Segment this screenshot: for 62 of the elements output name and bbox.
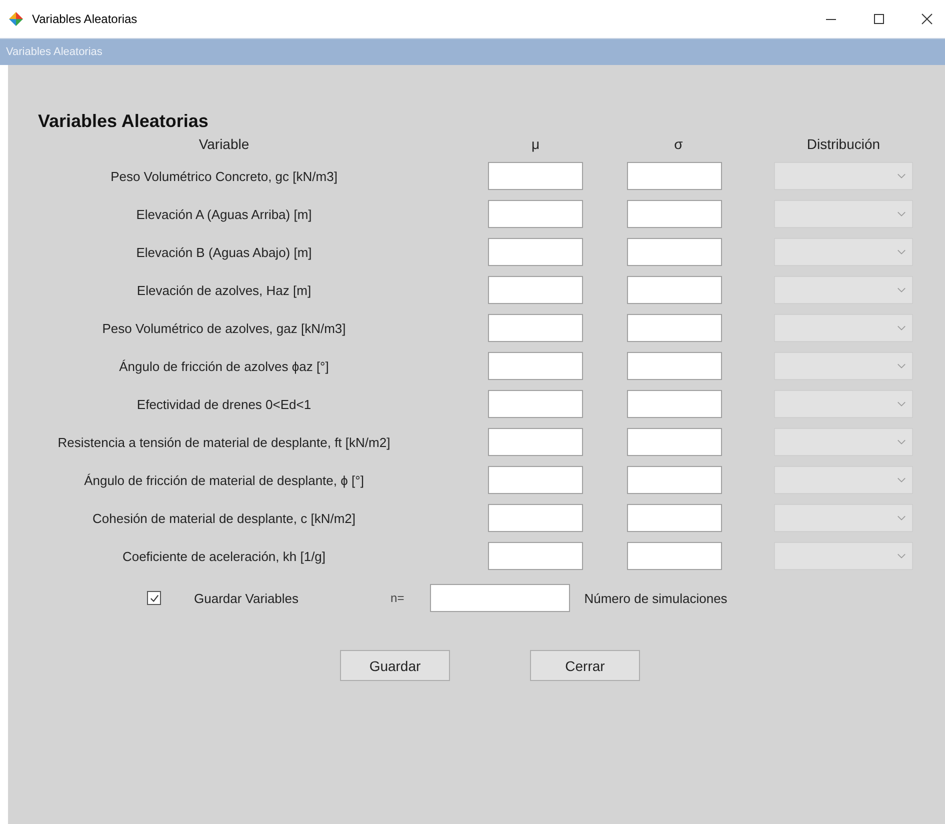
variable-label: Ángulo de fricción de azolves ϕaz [°] (118, 358, 330, 374)
chevron-icon (897, 439, 906, 445)
variable-label: Efectividad de drenes 0<Ed<1 (136, 396, 312, 412)
variable-label: Cohesión de material de desplante, c [kN/m2] (91, 510, 357, 526)
std-field[interactable] (627, 504, 722, 532)
mean-field[interactable] (488, 352, 583, 380)
n-label: n= (390, 591, 404, 605)
variable-label: Elevación B (Aguas Abajo) [m] (135, 244, 313, 260)
mean-field[interactable] (488, 162, 583, 190)
chevron-icon (897, 287, 906, 293)
chevron-icon (897, 249, 906, 255)
mean-field[interactable] (488, 314, 583, 342)
chevron-icon (897, 325, 906, 331)
variable-label: Ángulo de fricción de material de desplante, ϕ [°] (83, 472, 365, 488)
mean-field[interactable] (488, 504, 583, 532)
app-icon (8, 11, 24, 27)
std-field[interactable] (627, 428, 722, 456)
form-heading: Variables Aleatorias (37, 111, 210, 132)
checkbox-label: Guardar Variables (194, 590, 299, 606)
panel-header: Variables Aleatorias (0, 38, 945, 65)
variable-label: Coeficiente de aceleración, kh [1/g] (121, 548, 327, 564)
std-field[interactable] (627, 238, 722, 266)
mean-field[interactable] (488, 238, 583, 266)
std-field[interactable] (627, 542, 722, 570)
chevron-icon (897, 401, 906, 407)
close-button[interactable]: Cerrar (530, 650, 640, 681)
variable-label: Elevación A (Aguas Arriba) [m] (135, 206, 313, 222)
std-field[interactable] (627, 466, 722, 494)
mean-field[interactable] (488, 276, 583, 304)
mean-field[interactable] (488, 428, 583, 456)
chevron-icon (897, 173, 906, 179)
std-field[interactable] (627, 162, 722, 190)
chevron-icon (897, 553, 906, 559)
variable-label: Elevación de azolves, Haz [m] (136, 282, 312, 298)
checkbox[interactable] (147, 591, 161, 605)
chevron-icon (897, 211, 906, 217)
column-header: μ (530, 136, 541, 152)
std-field[interactable] (627, 200, 722, 228)
chevron-icon (897, 515, 906, 521)
window-title: Variables Aleatorias (32, 12, 138, 26)
maximize-icon[interactable] (873, 13, 885, 25)
chevron-icon (897, 363, 906, 369)
variable-label: Peso Volumétrico Concreto, gc [kN/m3] (110, 168, 338, 184)
std-field[interactable] (627, 390, 722, 418)
column-header: σ (673, 136, 684, 152)
std-field[interactable] (627, 276, 722, 304)
chevron-icon (897, 477, 906, 483)
std-field[interactable] (627, 352, 722, 380)
mean-field[interactable] (488, 200, 583, 228)
check-icon (150, 594, 158, 602)
close-icon[interactable] (921, 13, 933, 25)
mean-field[interactable] (488, 466, 583, 494)
variable-label: Resistencia a tensión de material de desplante, ft [kN/m2] (56, 434, 392, 450)
save-button[interactable]: Guardar (340, 650, 450, 681)
simulations-field[interactable] (430, 584, 570, 612)
column-header: Variable (198, 136, 250, 152)
mean-field[interactable] (488, 542, 583, 570)
variable-label: Peso Volumétrico de azolves, gaz [kN/m3] (101, 320, 347, 336)
simulations-label: Número de simulaciones (584, 590, 728, 606)
std-field[interactable] (627, 314, 722, 342)
column-header: Distribución (806, 136, 882, 152)
mean-field[interactable] (488, 390, 583, 418)
